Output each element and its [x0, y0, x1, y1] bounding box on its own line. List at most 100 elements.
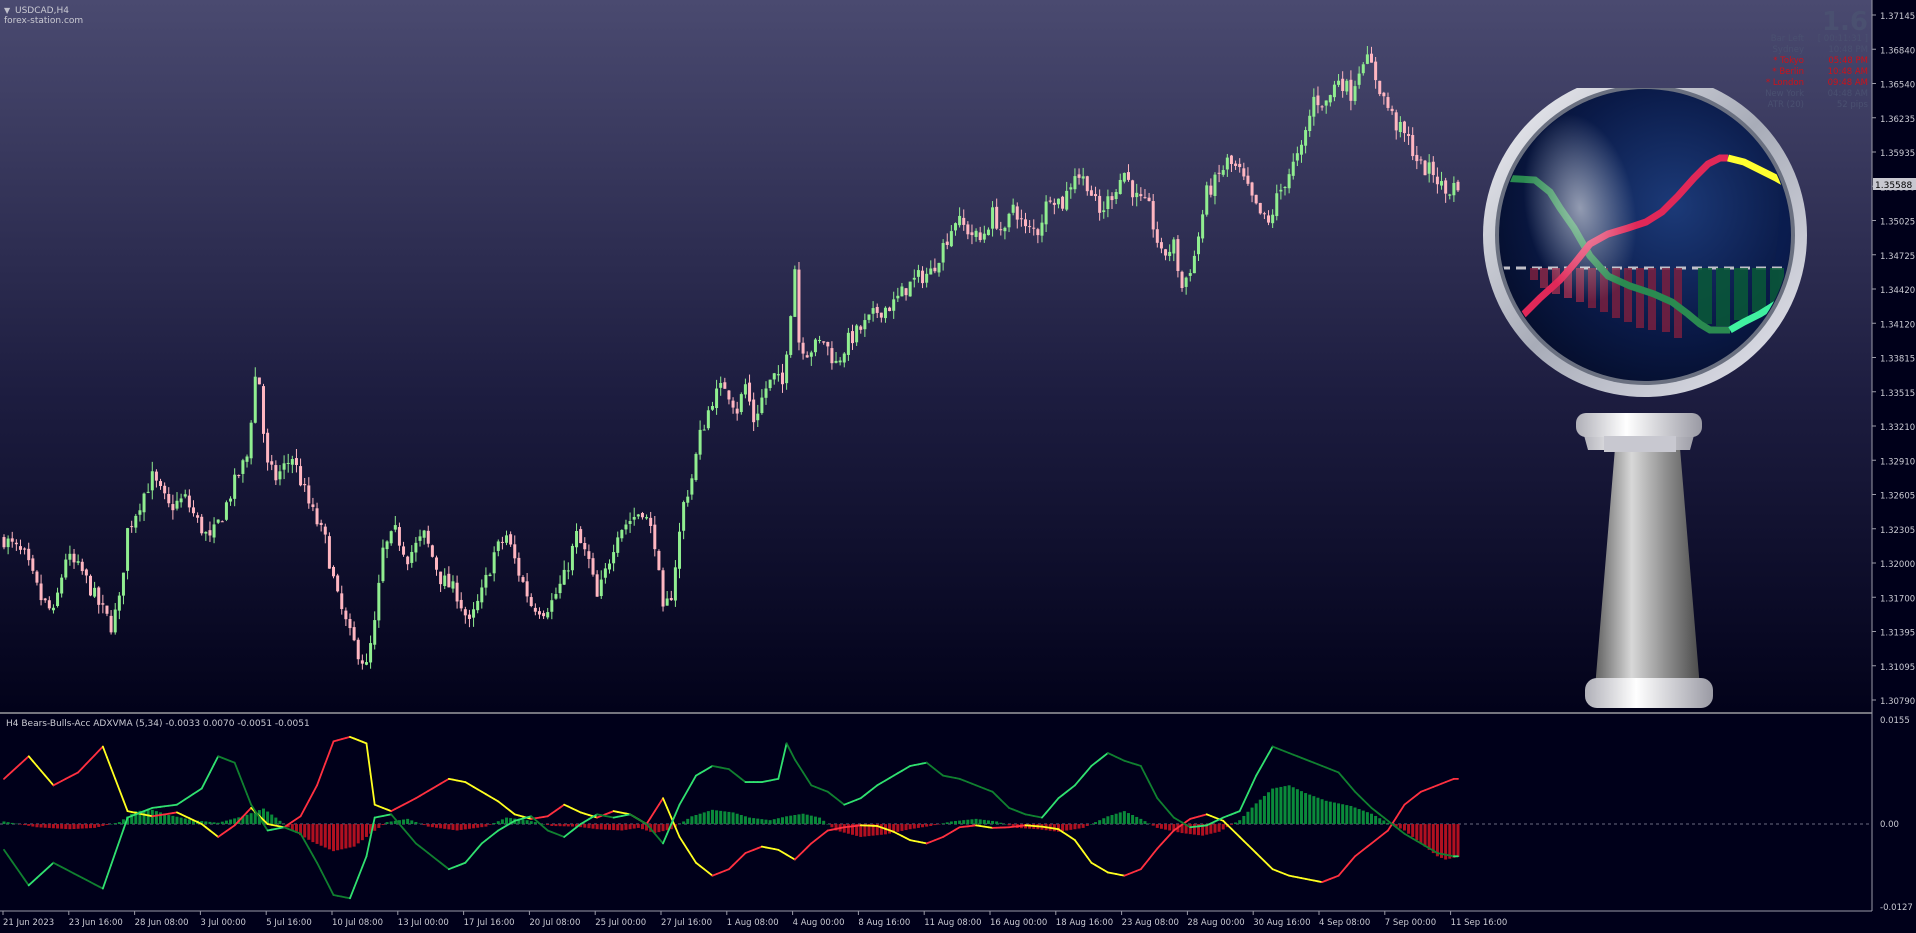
- histogram-bar: [583, 824, 587, 828]
- histogram-bar: [1213, 824, 1217, 833]
- price-tick-label: 1.33210: [1880, 423, 1915, 433]
- histogram-bar: [1110, 815, 1114, 825]
- histogram-bar: [752, 818, 756, 825]
- histogram-bar: [710, 809, 714, 825]
- histogram-bar: [336, 824, 340, 851]
- histogram-bar: [327, 824, 331, 850]
- time-tick-label: 27 Jul 16:00: [661, 918, 712, 928]
- histogram-bar: [953, 821, 957, 825]
- time-tick-label: 17 Jul 16:00: [464, 918, 515, 928]
- histogram-bar: [443, 824, 447, 829]
- histogram-bar: [496, 821, 500, 825]
- histogram-bar: [68, 824, 72, 830]
- histogram-bar: [616, 824, 620, 831]
- candle: [1201, 209, 1205, 243]
- histogram-bar: [731, 812, 735, 825]
- time-tick-label: 18 Aug 16:00: [1056, 918, 1113, 928]
- histogram-bar: [756, 818, 760, 825]
- histogram-bar: [789, 815, 793, 825]
- candle: [1061, 195, 1065, 211]
- histogram-bar: [1361, 810, 1365, 825]
- histogram-bar: [23, 824, 27, 826]
- histogram-bar: [146, 810, 150, 825]
- candle: [739, 392, 743, 415]
- candle: [1258, 202, 1262, 215]
- histogram-bar: [822, 820, 826, 825]
- histogram-bar: [640, 824, 644, 830]
- histogram-bar: [1192, 824, 1196, 835]
- histogram-bar: [463, 824, 467, 830]
- info-big-value: 1.6: [1822, 7, 1868, 37]
- candle: [1423, 159, 1427, 176]
- histogram-bar: [612, 824, 616, 831]
- histogram-bar: [603, 824, 607, 830]
- histogram-bar: [772, 819, 776, 825]
- histogram-bar: [562, 824, 566, 827]
- histogram-bar: [550, 824, 554, 826]
- candle: [430, 544, 434, 558]
- histogram-bar: [599, 824, 603, 830]
- histogram-bar: [529, 821, 533, 825]
- histogram-bar: [1312, 796, 1316, 825]
- histogram-bar: [780, 817, 784, 825]
- histogram-bar: [422, 824, 426, 826]
- histogram-bar: [748, 817, 752, 825]
- price-tick-label: 1.30790: [1880, 697, 1915, 707]
- histogram-bar: [554, 824, 558, 827]
- histogram-bar: [570, 824, 574, 827]
- histogram-bar: [426, 824, 430, 827]
- histogram-bar: [785, 816, 789, 825]
- candle: [694, 452, 698, 482]
- histogram-bar: [1308, 794, 1312, 825]
- histogram-bar: [1337, 803, 1341, 825]
- histogram-bar: [962, 820, 966, 825]
- histogram-bar: [896, 824, 900, 832]
- time-tick-label: 8 Aug 16:00: [858, 918, 910, 928]
- histogram-bar: [937, 824, 941, 825]
- histogram-bar: [1242, 815, 1246, 825]
- histogram-bar: [1139, 818, 1143, 825]
- histogram-bar: [10, 822, 14, 825]
- histogram-bar: [1147, 823, 1151, 825]
- price-tick-label: 1.34120: [1880, 320, 1915, 330]
- histogram-bar: [27, 824, 31, 826]
- histogram-bar: [702, 812, 706, 825]
- histogram-bar: [690, 816, 694, 825]
- histogram-bar: [1077, 824, 1081, 829]
- chart-dropdown-icon[interactable]: ▼: [4, 6, 11, 15]
- histogram-bar: [356, 824, 360, 844]
- histogram-bar: [1357, 809, 1361, 825]
- histogram-bar: [311, 824, 315, 843]
- histogram-bar: [410, 820, 414, 825]
- histogram-bar: [904, 824, 908, 831]
- histogram-bar: [381, 824, 385, 826]
- histogram-bar: [274, 817, 278, 825]
- histogram-bar: [624, 824, 628, 830]
- histogram-bar: [595, 824, 599, 830]
- candle: [793, 265, 797, 317]
- histogram-bar: [72, 824, 76, 829]
- price-tick-label: 1.37145: [1880, 12, 1915, 22]
- time-tick-label: 4 Aug 00:00: [793, 918, 845, 928]
- histogram-bar: [31, 824, 35, 827]
- histogram-bar: [1345, 805, 1349, 825]
- histogram-bar: [809, 815, 813, 825]
- histogram-bar: [533, 822, 537, 825]
- histogram-bar: [1320, 799, 1324, 825]
- price-tick-label: 1.33515: [1880, 389, 1915, 399]
- current-price-label: 1.35588: [1875, 181, 1912, 191]
- histogram-bar: [1159, 824, 1163, 829]
- histogram-bar: [826, 824, 830, 825]
- histogram-bar: [1217, 824, 1221, 832]
- time-tick-label: 13 Jul 00:00: [398, 918, 449, 928]
- histogram-bar: [1283, 786, 1287, 825]
- histogram-bar: [991, 820, 995, 825]
- histogram-bar: [348, 824, 352, 848]
- histogram-bar: [620, 824, 624, 831]
- histogram-bar: [364, 824, 368, 837]
- time-tick-label: 11 Sep 16:00: [1451, 918, 1508, 928]
- histogram-bar: [39, 824, 43, 828]
- histogram-bar: [945, 822, 949, 825]
- histogram-bar: [183, 818, 187, 825]
- histogram-bar: [735, 813, 739, 825]
